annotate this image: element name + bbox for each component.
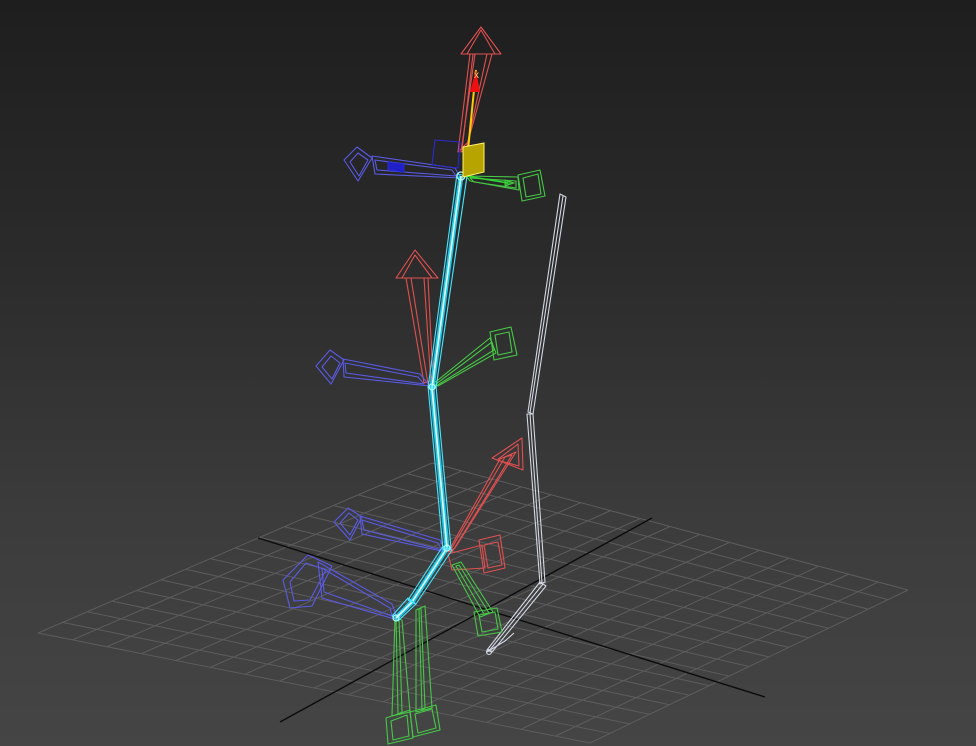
grid-line: [589, 589, 909, 744]
selected-bone-chain[interactable]: [391, 171, 468, 622]
gizmo-x-label: x: [474, 70, 479, 81]
grid-line: [37, 632, 591, 744]
grid-line: [486, 565, 819, 723]
world-axis-b: [279, 517, 653, 723]
grid-line: [111, 600, 650, 715]
grid-line: [62, 621, 610, 734]
grid-line: [520, 573, 849, 730]
grid-line: [451, 557, 790, 716]
3d-viewport[interactable]: x: [0, 0, 976, 746]
grid-line: [555, 581, 879, 737]
y-axis-bone-arrows: [385, 169, 546, 745]
gizmo-plane-handle[interactable]: [462, 142, 485, 178]
grid-line: [185, 568, 710, 687]
helper-bone-chain[interactable]: [485, 193, 567, 656]
